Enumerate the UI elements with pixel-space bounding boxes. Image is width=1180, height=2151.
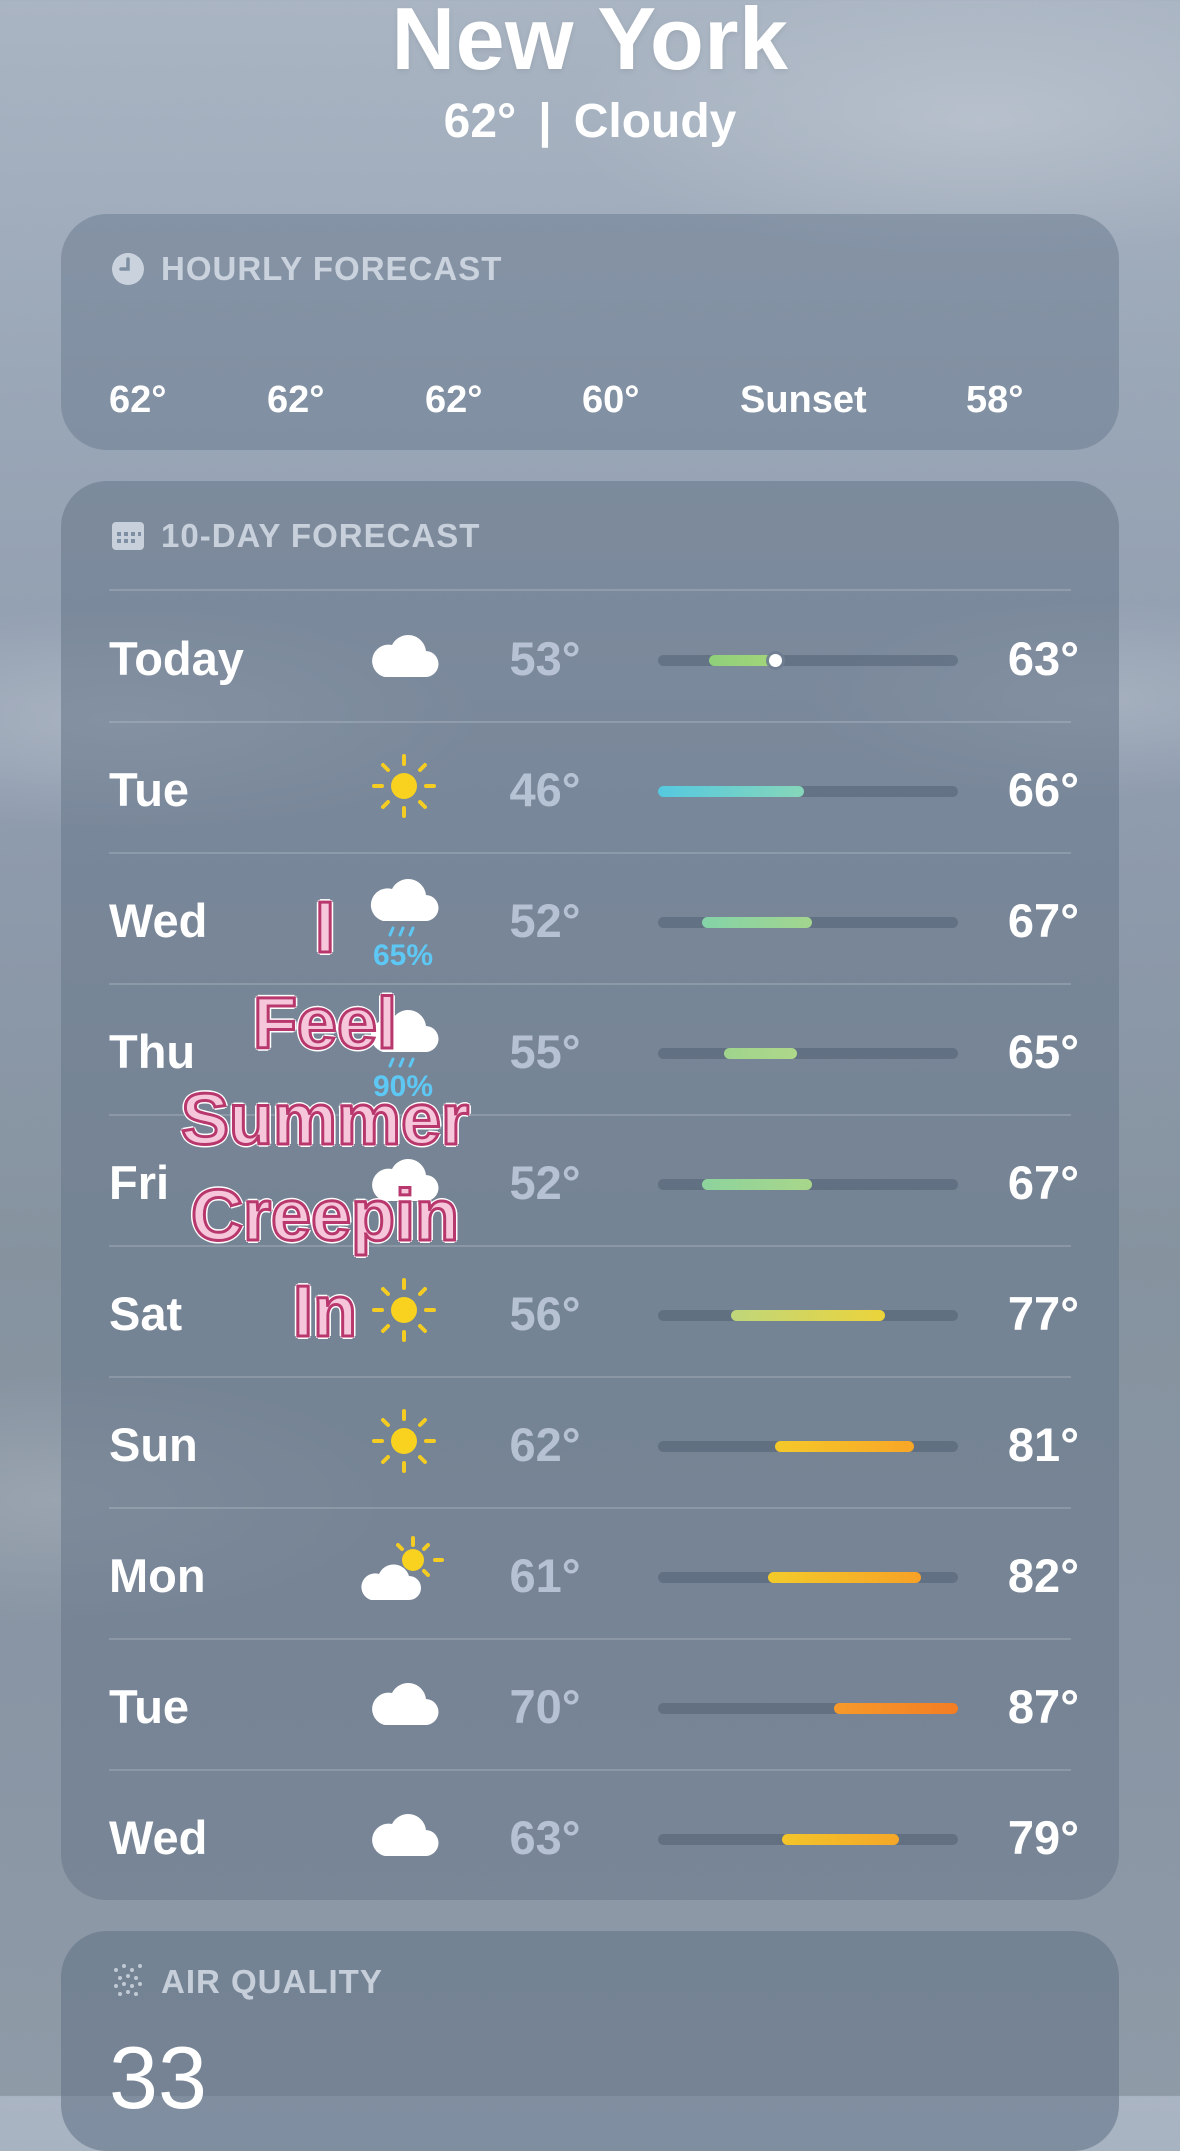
temp-range-track — [658, 1179, 958, 1190]
city-name: New York — [391, 0, 789, 88]
air-quality-value: 33 — [109, 2028, 207, 2127]
clock-icon — [109, 250, 147, 288]
hourly-forecast-header: HOURLY FORECAST — [109, 250, 502, 288]
high-temp: 82° — [1007, 1549, 1079, 1602]
sun-icon — [361, 1401, 447, 1481]
temp-range-bar — [731, 1310, 885, 1321]
sticker-line: Feel — [251, 983, 398, 1066]
air-quality-header: AIR QUALITY — [109, 1963, 383, 2001]
temp-range-track — [658, 917, 958, 928]
high-temp: 67° — [1007, 894, 1079, 947]
sticker-line: Creepin — [189, 1175, 460, 1258]
forecast-row[interactable]: Mon 61° 82° — [61, 1508, 1119, 1639]
temp-range-track — [658, 1048, 958, 1059]
hour-temp: 62° — [425, 379, 483, 421]
day-label: Mon — [109, 1549, 206, 1602]
calendar-icon — [109, 517, 147, 555]
high-temp: 87° — [1007, 1680, 1079, 1733]
temp-range-bar — [775, 1441, 915, 1452]
air-quality-card[interactable]: AIR QUALITY 33 — [61, 1931, 1119, 2151]
low-temp: 53° — [509, 632, 581, 685]
temp-range-track — [658, 1703, 958, 1714]
forecast-row[interactable]: Tue 46° 66° — [61, 722, 1119, 853]
temp-range-track — [658, 786, 958, 797]
temp-range-bar — [767, 1572, 922, 1583]
forecast-row[interactable]: Today 53° 63° — [61, 591, 1119, 722]
hourly-forecast-title: HOURLY FORECAST — [161, 250, 503, 287]
ten-day-forecast-header: 10-DAY FORECAST — [109, 517, 480, 555]
cloud-icon — [361, 1794, 447, 1874]
temp-range-track — [658, 1441, 958, 1452]
low-temp: 70° — [509, 1680, 581, 1733]
hour-sunset: Sunset — [740, 379, 867, 421]
temp-range-track — [658, 1310, 958, 1321]
sticker-line: In — [292, 1271, 359, 1354]
day-label: Tue — [109, 1680, 190, 1733]
air-quality-icon — [109, 1963, 147, 2001]
low-temp: 63° — [509, 1811, 581, 1864]
sun-cloud-icon — [361, 1532, 447, 1612]
low-temp: 55° — [509, 1025, 581, 1078]
hour-temp: 58° — [966, 379, 1024, 421]
low-temp: 62° — [509, 1418, 581, 1471]
temp-range-bar — [701, 917, 812, 928]
current-condition: Cloudy — [573, 95, 737, 148]
current-temperature: 62° — [443, 95, 517, 148]
low-temp: 56° — [509, 1287, 581, 1340]
temp-range-bar — [701, 1179, 812, 1190]
high-temp: 81° — [1007, 1418, 1079, 1471]
temp-range-track — [658, 654, 958, 667]
low-temp: 61° — [509, 1549, 581, 1602]
current-temp-dot — [769, 654, 783, 667]
hourly-forecast-card[interactable]: HOURLY FORECAST 62° 62° 62° 60° Sunset 5… — [61, 214, 1119, 450]
temp-range-track — [658, 1834, 958, 1845]
low-temp: 52° — [509, 1156, 581, 1209]
sticker-line: I — [313, 887, 336, 970]
low-temp: 46° — [509, 763, 581, 816]
air-quality-title: AIR QUALITY — [161, 1963, 383, 2000]
hour-temp: 62° — [267, 379, 325, 421]
temp-range-bar — [833, 1703, 958, 1714]
high-temp: 79° — [1007, 1811, 1079, 1864]
high-temp: 65° — [1007, 1025, 1079, 1078]
sun-icon — [361, 746, 447, 826]
current-conditions: 62° | Cloudy — [0, 94, 1180, 149]
low-temp: 52° — [509, 894, 581, 947]
temp-range-track — [658, 1572, 958, 1583]
ten-day-forecast-title: 10-DAY FORECAST — [161, 517, 481, 554]
day-label: Sun — [109, 1418, 198, 1471]
temp-range-bar — [723, 1048, 797, 1059]
high-temp: 63° — [1007, 632, 1079, 685]
separator: | — [538, 95, 552, 148]
hour-temp: 62° — [109, 379, 167, 421]
high-temp: 77° — [1007, 1287, 1079, 1340]
text-sticker: I Feel Summer Creepin In — [150, 880, 500, 1360]
day-label: Tue — [109, 763, 190, 816]
high-temp: 66° — [1007, 763, 1079, 816]
temp-range-bar — [658, 786, 805, 797]
cloud-icon — [361, 1663, 447, 1743]
sticker-line: Summer — [179, 1079, 470, 1162]
day-label: Wed — [109, 1811, 208, 1864]
day-label: Today — [109, 632, 244, 685]
forecast-row[interactable]: Tue 70° 87° — [61, 1639, 1119, 1770]
high-temp: 67° — [1007, 1156, 1079, 1209]
hour-temp: 60° — [582, 379, 640, 421]
temp-range-bar — [782, 1834, 900, 1845]
forecast-row[interactable]: Wed 63° 79° — [61, 1770, 1119, 1901]
cloud-icon — [361, 615, 447, 695]
forecast-row[interactable]: Sun 62° 81° — [61, 1377, 1119, 1508]
